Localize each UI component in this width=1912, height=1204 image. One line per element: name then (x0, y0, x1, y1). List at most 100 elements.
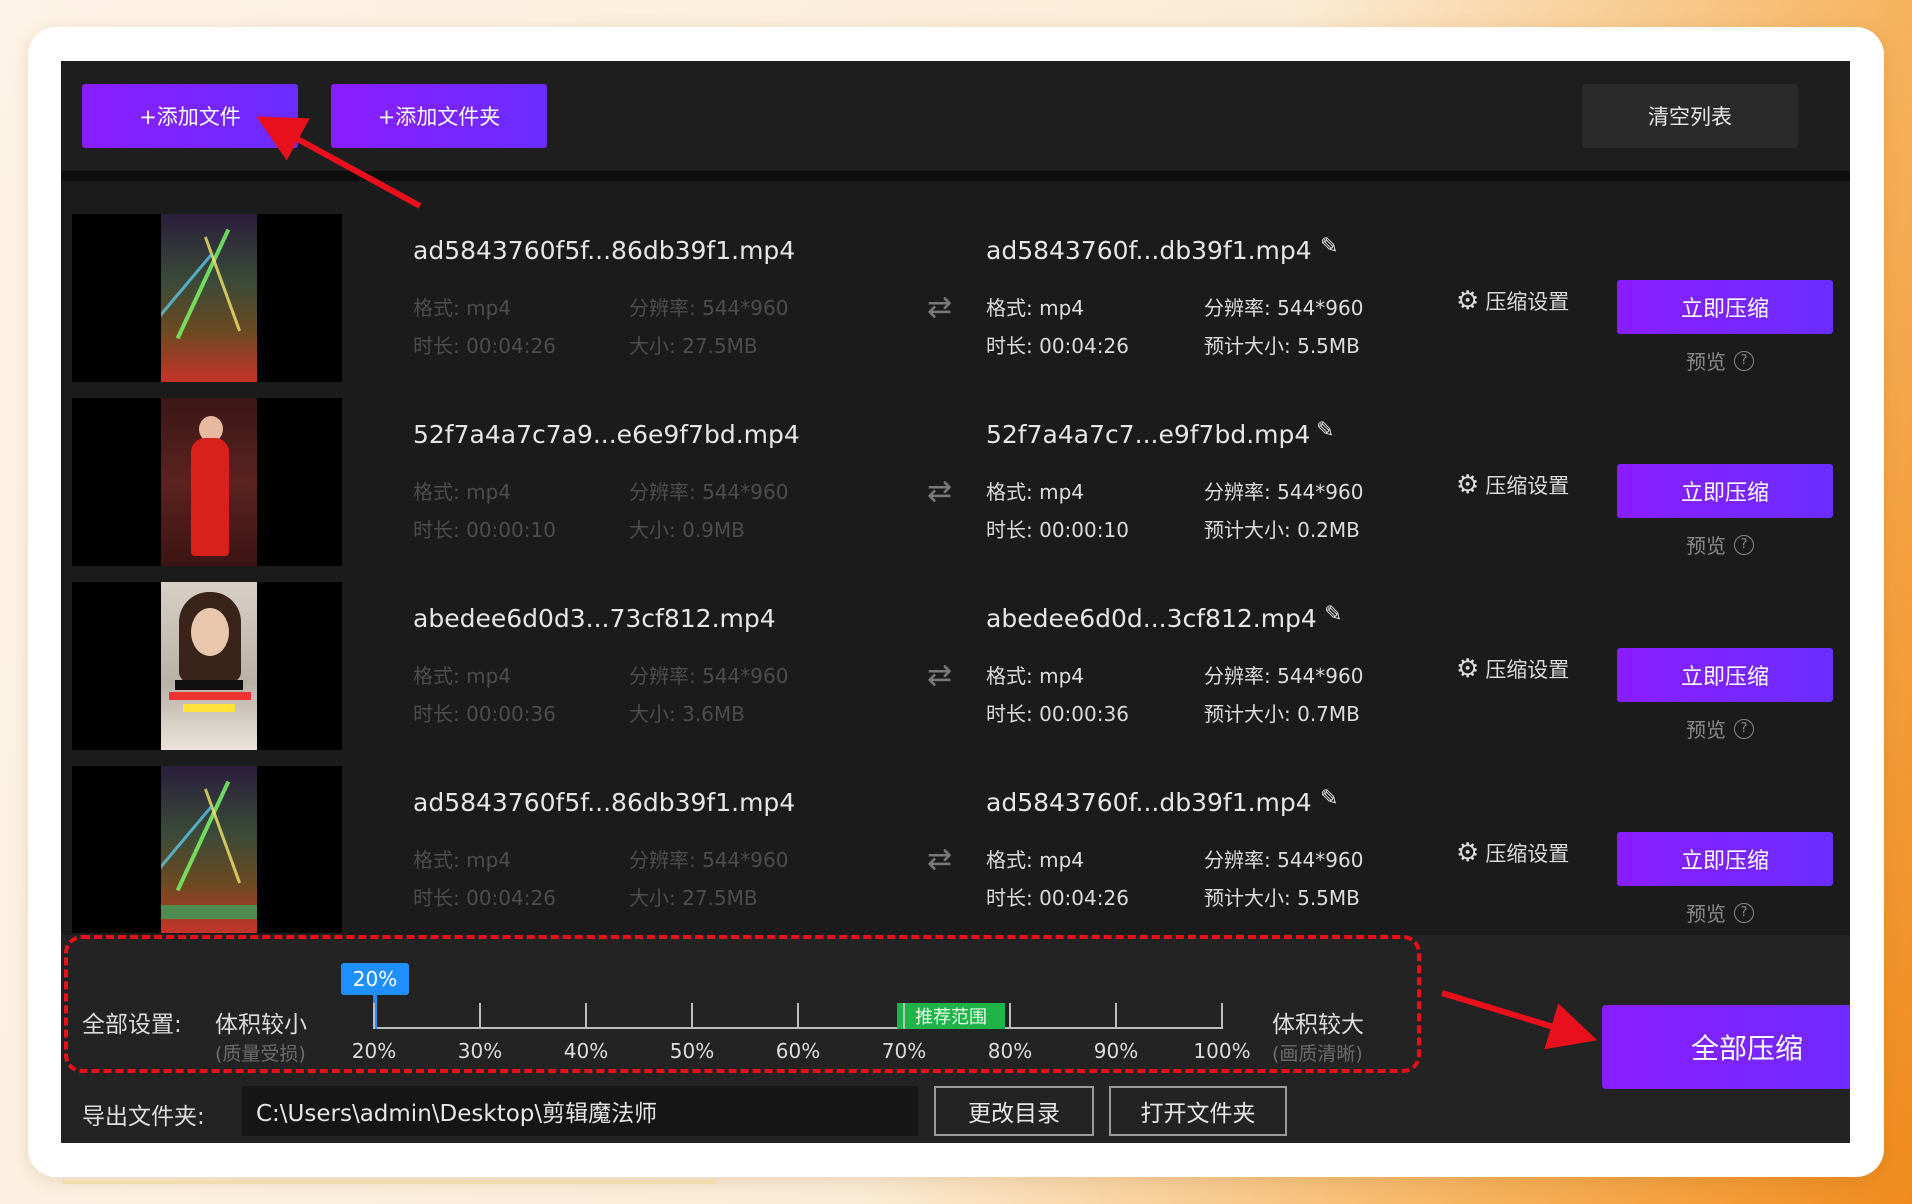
preview-link[interactable]: 预览? (1686, 898, 1754, 927)
file-row: 52f7a4a7c7a9...e6e9f7bd.mp4 格式: mp4 分辨率:… (61, 398, 1850, 582)
source-file-name: 52f7a4a7c7a9...e6e9f7bd.mp4 (413, 420, 800, 449)
compress-now-button[interactable]: 立即压缩 (1617, 280, 1833, 334)
output-resolution: 分辨率: 544*960 (1204, 480, 1364, 504)
source-size: 大小: 27.5MB (629, 886, 758, 910)
slider-tick (691, 1003, 693, 1029)
compress-settings-button[interactable]: ⚙ 压缩设置 (1456, 838, 1569, 868)
slider-tick-label: 30% (457, 1039, 503, 1063)
source-duration: 时长: 00:04:26 (413, 886, 556, 910)
file-list: ad5843760f5f...86db39f1.mp4 格式: mp4 分辨率:… (61, 181, 1850, 933)
output-format: 格式: mp4 (986, 848, 1084, 872)
edit-pencil-icon[interactable]: ✎ (1320, 786, 1338, 811)
edit-pencil-icon[interactable]: ✎ (1320, 234, 1338, 259)
source-resolution: 分辨率: 544*960 (629, 296, 789, 320)
slider-tick-label: 40% (563, 1039, 609, 1063)
edit-pencil-icon[interactable]: ✎ (1316, 418, 1334, 443)
output-duration: 时长: 00:04:26 (986, 886, 1129, 910)
recommended-range-badge: 推荐范围 (897, 1003, 1005, 1029)
output-resolution: 分辨率: 544*960 (1204, 848, 1364, 872)
output-duration: 时长: 00:00:36 (986, 702, 1129, 726)
compress-settings-button[interactable]: ⚙ 压缩设置 (1456, 286, 1569, 316)
add-file-button[interactable]: +添加文件 (82, 84, 298, 148)
slider-tick (1009, 1003, 1011, 1029)
gear-icon: ⚙ (1456, 654, 1480, 684)
slider-tick (903, 1003, 905, 1029)
source-format: 格式: mp4 (413, 480, 511, 504)
slider-tick-label: 20% (351, 1039, 397, 1063)
help-icon[interactable]: ? (1734, 902, 1754, 923)
video-thumbnail (72, 398, 342, 566)
source-file-name: ad5843760f5f...86db39f1.mp4 (413, 788, 796, 817)
output-estimated-size: 预计大小: 0.7MB (1204, 702, 1360, 726)
output-resolution: 分辨率: 544*960 (1204, 664, 1364, 688)
output-resolution: 分辨率: 544*960 (1204, 296, 1364, 320)
export-folder-label: 导出文件夹: (82, 1104, 205, 1130)
output-estimated-size: 预计大小: 5.5MB (1204, 886, 1360, 910)
settings-label: 压缩设置 (1485, 290, 1570, 314)
output-file-name: 52f7a4a7c7...e9f7bd.mp4 (986, 420, 1311, 449)
slider-tick-label: 100% (1193, 1039, 1251, 1063)
output-duration: 时长: 00:04:26 (986, 334, 1129, 358)
settings-label: 压缩设置 (1485, 474, 1570, 498)
compress-now-button[interactable]: 立即压缩 (1617, 648, 1833, 702)
swap-arrows-icon: ⇄ (927, 290, 953, 325)
add-folder-button[interactable]: +添加文件夹 (331, 84, 547, 148)
clear-quality-note: (画质清晰) (1272, 1043, 1363, 1065)
compress-all-button[interactable]: 全部压缩 (1602, 1005, 1850, 1089)
source-file-name: ad5843760f5f...86db39f1.mp4 (413, 236, 796, 265)
source-duration: 时长: 00:00:36 (413, 702, 556, 726)
compress-now-button[interactable]: 立即压缩 (1617, 832, 1833, 886)
slider-value-tooltip: 20% (341, 963, 409, 995)
preview-label: 预览 (1686, 902, 1726, 926)
source-resolution: 分辨率: 544*960 (629, 664, 789, 688)
slider-tick (1115, 1003, 1117, 1029)
source-format: 格式: mp4 (413, 848, 511, 872)
slider-tick-label: 90% (1093, 1039, 1139, 1063)
help-icon[interactable]: ? (1734, 718, 1754, 739)
compress-settings-button[interactable]: ⚙ 压缩设置 (1456, 470, 1569, 500)
output-format: 格式: mp4 (986, 480, 1084, 504)
output-duration: 时长: 00:00:10 (986, 518, 1129, 542)
swap-arrows-icon: ⇄ (927, 658, 953, 693)
change-directory-button[interactable]: 更改目录 (934, 1086, 1094, 1136)
slider-tick-label: 60% (775, 1039, 821, 1063)
smaller-size-label: 体积较小 (215, 1012, 307, 1038)
export-path-field[interactable]: C:\Users\admin\Desktop\剪辑魔法师 (242, 1086, 918, 1136)
help-icon[interactable]: ? (1734, 534, 1754, 555)
source-format: 格式: mp4 (413, 296, 511, 320)
output-format: 格式: mp4 (986, 296, 1084, 320)
edit-pencil-icon[interactable]: ✎ (1324, 602, 1342, 627)
source-size: 大小: 0.9MB (629, 518, 745, 542)
preview-link[interactable]: 预览? (1686, 346, 1754, 375)
video-thumbnail (72, 582, 342, 750)
gear-icon: ⚙ (1456, 470, 1480, 500)
video-thumbnail (72, 214, 342, 382)
output-file-name: ad5843760f...db39f1.mp4 (986, 788, 1312, 817)
swap-arrows-icon: ⇄ (927, 842, 953, 877)
source-size: 大小: 27.5MB (629, 334, 758, 358)
source-format: 格式: mp4 (413, 664, 511, 688)
output-file-name: abedee6d0d...3cf812.mp4 (986, 604, 1317, 633)
gear-icon: ⚙ (1456, 286, 1480, 316)
quality-loss-note: (质量受损) (215, 1043, 306, 1065)
preview-link[interactable]: 预览? (1686, 530, 1754, 559)
preview-link[interactable]: 预览? (1686, 714, 1754, 743)
swap-arrows-icon: ⇄ (927, 474, 953, 509)
thumbnail-image (161, 582, 257, 750)
compress-now-button[interactable]: 立即压缩 (1617, 464, 1833, 518)
help-icon[interactable]: ? (1734, 350, 1754, 371)
slider-tick (1221, 1003, 1223, 1029)
source-resolution: 分辨率: 544*960 (629, 480, 789, 504)
larger-size-label: 体积较大 (1272, 1012, 1364, 1038)
compress-settings-button[interactable]: ⚙ 压缩设置 (1456, 654, 1569, 684)
slider-tick (373, 1003, 375, 1029)
settings-label: 压缩设置 (1485, 658, 1570, 682)
open-folder-button[interactable]: 打开文件夹 (1109, 1086, 1287, 1136)
global-settings-label: 全部设置: (82, 1012, 182, 1038)
clear-list-button[interactable]: 清空列表 (1582, 84, 1798, 148)
partial-thumbnail (72, 905, 342, 919)
output-estimated-size: 预计大小: 0.2MB (1204, 518, 1360, 542)
preview-label: 预览 (1686, 718, 1726, 742)
thumbnail-image (161, 214, 257, 382)
slider-tick-label: 70% (881, 1039, 927, 1063)
